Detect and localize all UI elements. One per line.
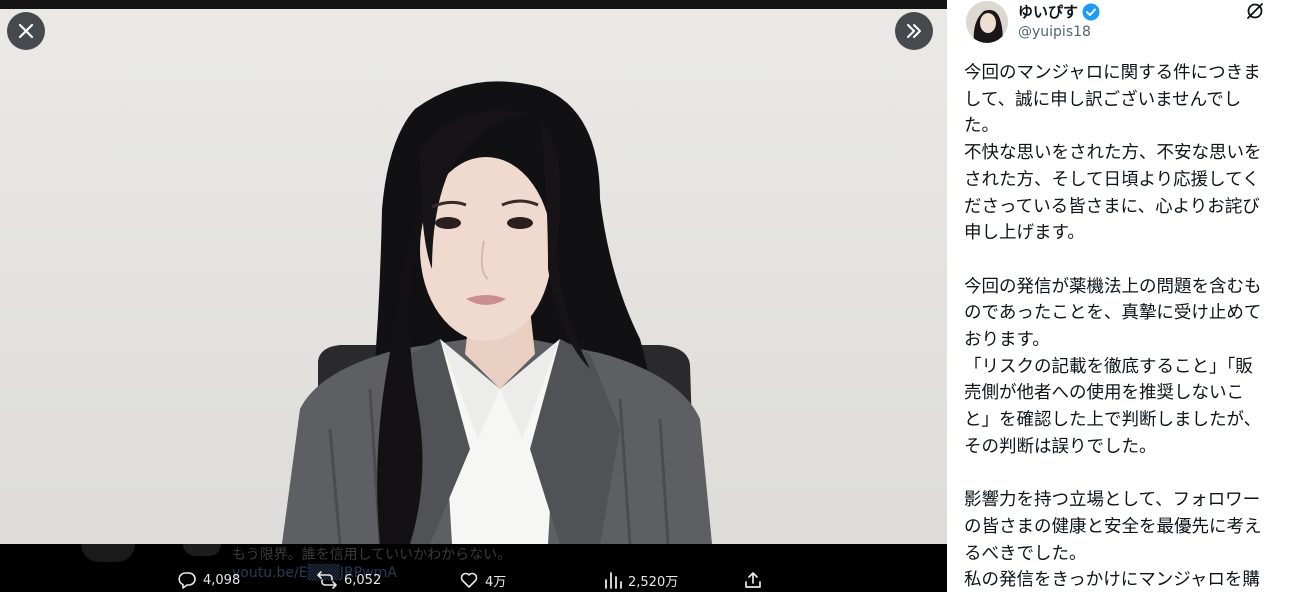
repost-icon — [317, 571, 337, 589]
post-line: その判断は誤りでした。 — [964, 436, 1157, 457]
avatar[interactable] — [966, 1, 1008, 43]
post-line: 影響力を持つ立場として、フォロワー — [964, 490, 1261, 511]
post-line: 今回の発信が薬機法上の問題を含むも — [964, 276, 1262, 297]
chevrons-right-icon — [907, 24, 921, 38]
post-line: おります。 — [964, 330, 1050, 351]
repost-button[interactable]: 6,052 — [316, 568, 381, 592]
grok-button[interactable] — [1245, 1, 1265, 25]
post-detail-pane: ゆいぴす @yuipis18 今回のマンジャロに関する件につきま して、誠に申し訳… — [947, 0, 1299, 592]
background-timeline: もう限界。誰を信用していいかわからない。 youtu.be/E▒▒▒JRPwmA… — [0, 544, 947, 592]
author-display-name[interactable]: ゆいぴす — [1018, 1, 1078, 22]
post-line: の皆さまの健康と安全を最優先に考え — [964, 516, 1262, 537]
post-paragraph: 今回の発信が薬機法上の問題を含むも のであったことを、真摯に受け止めて おります。「… — [964, 274, 1286, 488]
heart-icon — [460, 572, 478, 588]
grok-icon — [1247, 3, 1263, 19]
verified-badge-icon — [1082, 3, 1100, 20]
post-line: と」を確認した上で判断しましたが、 — [964, 410, 1262, 431]
close-button[interactable] — [7, 12, 45, 50]
post-line: して、誠に申し訳ございませんでし — [964, 89, 1242, 110]
post-line: された方、そして日頃より応援してく — [964, 169, 1260, 190]
post-text: 今回のマンジャロに関する件につきま して、誠に申し訳ございませんでし た。不快な思い… — [964, 60, 1286, 592]
share-icon — [745, 572, 761, 588]
media-viewer: もう限界。誰を信用していいかわからない。 youtu.be/E▒▒▒JRPwmA… — [0, 0, 947, 592]
post-line: 「リスクの記載を徹底すること」「販 — [964, 356, 1253, 377]
analytics-icon — [605, 572, 622, 589]
reply-count: 4,098 — [203, 572, 241, 588]
like-button[interactable]: 4万 — [459, 568, 506, 592]
close-icon — [18, 23, 34, 39]
author-handle[interactable]: @yuipis18 — [1018, 24, 1091, 40]
post-line: ださっている皆さまに、心よりお詫び — [964, 196, 1260, 217]
post-line: 私の発信をきっかけにマンジャロを購 — [964, 570, 1260, 591]
views-button[interactable]: 2,520万 — [604, 568, 678, 592]
background-avatar — [81, 544, 135, 562]
avatar-image — [966, 1, 1008, 43]
post-line: た。 — [964, 116, 999, 137]
post-line: るべきでした。 — [964, 543, 1087, 564]
author-name-row[interactable]: ゆいぴす — [1018, 1, 1100, 22]
post-line: 申し上げます。 — [964, 223, 1085, 244]
photo-illustration — [282, 81, 712, 544]
repost-count: 6,052 — [344, 572, 382, 588]
background-reply-text: もう限界。誰を信用していいかわからない。 — [232, 547, 512, 563]
expand-sidebar-button[interactable] — [895, 12, 933, 50]
like-count: 4万 — [485, 574, 507, 590]
post-paragraph: 今回のマンジャロに関する件につきま して、誠に申し訳ございませんでし た。不快な思い… — [964, 60, 1286, 274]
reply-button[interactable]: 4,098 — [177, 568, 240, 592]
background-avatar-small — [183, 544, 221, 556]
post-photo[interactable] — [0, 9, 947, 544]
reply-icon — [178, 572, 196, 589]
post-action-bar: 4,098 6,052 4万 2,520万 — [0, 568, 947, 592]
share-button[interactable] — [743, 568, 763, 592]
post-paragraph: 影響力を持つ立場として、フォロワー の皆さまの健康と安全を最優先に考え るべきでした… — [964, 487, 1286, 592]
view-count: 2,520万 — [628, 574, 679, 590]
post-line: 今回のマンジャロに関する件につきま — [964, 63, 1261, 83]
top-strip — [0, 0, 947, 9]
post-line: のであったことを、真摯に受け止めて — [964, 303, 1262, 324]
post-line: 不快な思いをされた方、不安な思いを — [964, 143, 1262, 164]
post-line: 売側が他者への使用を推奨しないこ — [964, 383, 1244, 404]
